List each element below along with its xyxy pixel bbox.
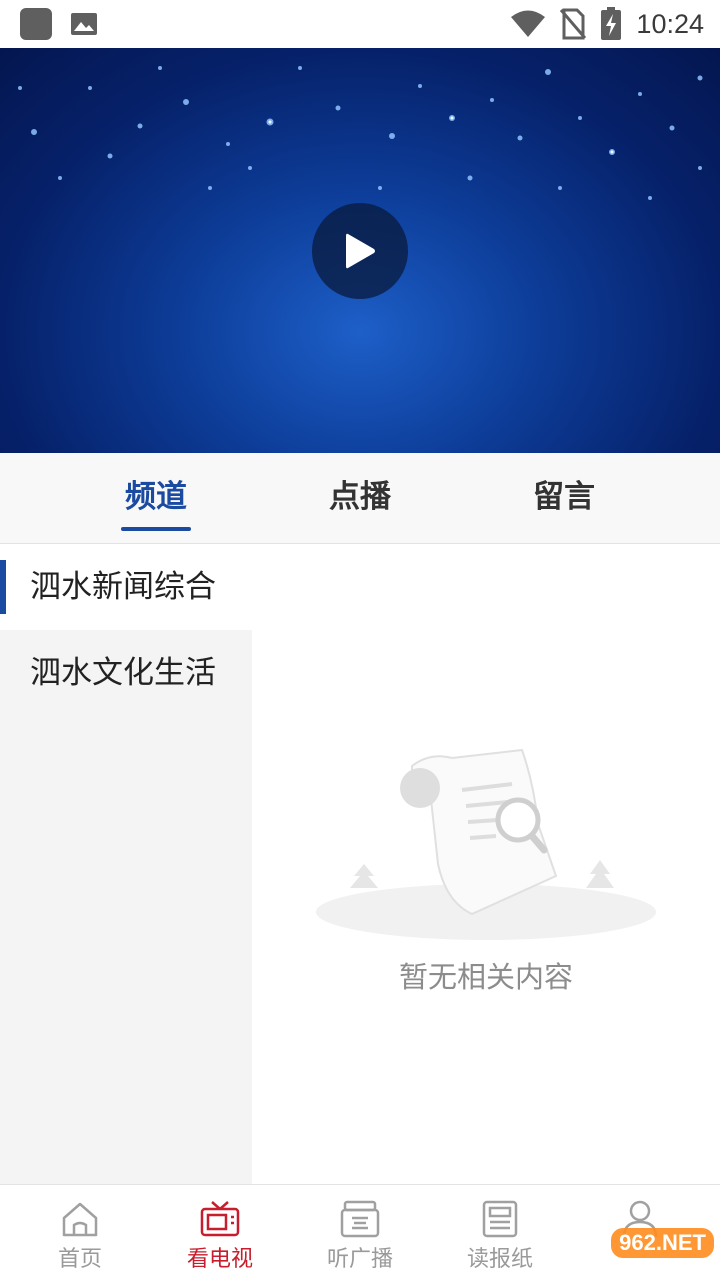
empty-state-text: 暂无相关内容 [398,960,573,994]
channel-item-culture[interactable]: 泗水文化生活 [0,630,252,716]
channel-label: 泗水新闻综合 [30,569,216,605]
channel-item-news[interactable]: 泗水新闻综合 [0,544,252,630]
tv-icon [200,1201,240,1237]
video-player[interactable] [0,48,720,453]
play-button[interactable] [312,203,408,299]
nav-radio[interactable]: 听广播 [290,1185,430,1280]
bottom-navigation: 首页 看电视 听广播 读报纸 [0,1184,720,1280]
wifi-icon [511,10,546,37]
nav-newspaper[interactable]: 读报纸 [430,1185,570,1280]
tab-messages[interactable]: 留言 [494,453,634,544]
nav-label: 看电视 [186,1247,253,1272]
nav-label: 读报纸 [466,1247,533,1272]
nav-label: 首页 [57,1247,102,1272]
nav-label: 听广播 [326,1247,393,1272]
nav-watch-tv[interactable]: 看电视 [150,1185,290,1280]
watermark-logo: 962.NET [611,1228,714,1258]
play-icon [346,233,375,269]
status-bar: 10:24 [0,0,720,48]
tab-bar: 频道 点播 留言 [0,453,720,544]
program-content: 暂无相关内容 [252,544,720,1184]
channel-label: 泗水文化生活 [30,655,216,691]
radio-icon [340,1200,380,1238]
active-tab-indicator [121,527,191,531]
selected-channel-indicator [0,560,6,614]
nav-home[interactable]: 首页 [10,1185,150,1280]
newspaper-icon [482,1200,518,1238]
battery-charging-icon [601,7,622,40]
empty-document-illustration [316,748,656,940]
status-time: 10:24 [636,8,704,39]
channel-list: 泗水新闻综合 泗水文化生活 [0,544,252,1184]
home-icon [62,1202,98,1237]
app-notification-icon [20,8,52,40]
image-notification-icon [68,8,100,40]
tab-on-demand[interactable]: 点播 [290,453,430,544]
no-sim-icon [560,8,587,40]
